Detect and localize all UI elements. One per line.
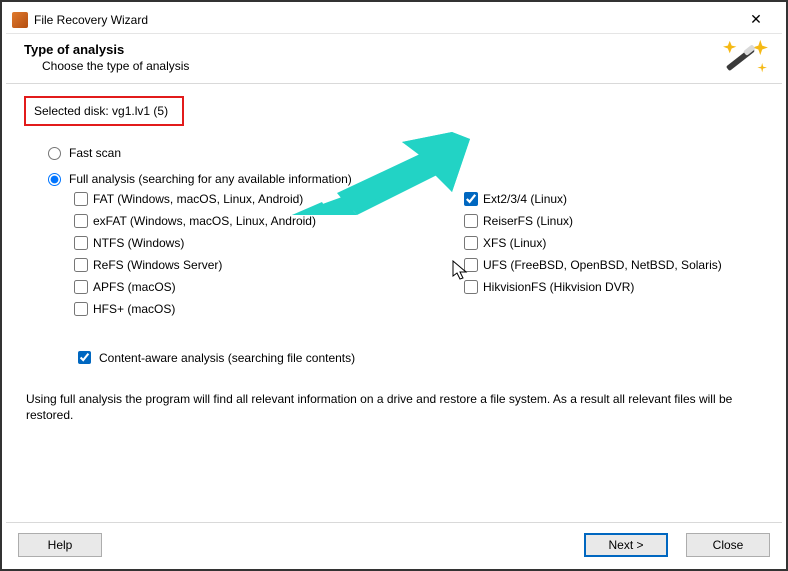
close-button[interactable]: Close (686, 533, 770, 557)
footer-bar: Help Next > Close (6, 522, 782, 563)
explanation-text: Using full analysis the program will fin… (26, 391, 762, 423)
fs-checkbox-refs[interactable]: ReFS (Windows Server) (74, 258, 454, 272)
content-area: Selected disk: vg1.lv1 (5) Fast scan Ful… (6, 84, 782, 431)
fs-checkbox-hfsplus[interactable]: HFS+ (macOS) (74, 302, 454, 316)
wizard-header: Type of analysis Choose the type of anal… (6, 34, 782, 83)
filesystem-grid: FAT (Windows, macOS, Linux, Android) Ext… (74, 192, 764, 316)
selected-disk-label: Selected disk: vg1.lv1 (5) (34, 104, 168, 118)
fs-checkbox-hikvisionfs[interactable]: HikvisionFS (Hikvision DVR) (464, 280, 764, 294)
page-title: Type of analysis (24, 42, 764, 57)
fast-scan-label: Fast scan (69, 146, 121, 160)
fs-checkbox-exfat[interactable]: exFAT (Windows, macOS, Linux, Android) (74, 214, 454, 228)
titlebar: File Recovery Wizard ✕ (6, 6, 782, 34)
content-aware-checkbox[interactable]: Content-aware analysis (searching file c… (74, 348, 764, 367)
fs-checkbox-xfs[interactable]: XFS (Linux) (464, 236, 764, 250)
radio-full-analysis[interactable]: Full analysis (searching for any availab… (48, 172, 764, 186)
fast-scan-radio[interactable] (48, 147, 61, 160)
fs-checkbox-ext[interactable]: Ext2/3/4 (Linux) (464, 192, 764, 206)
page-subtitle: Choose the type of analysis (42, 59, 764, 73)
selected-disk-highlight: Selected disk: vg1.lv1 (5) (24, 96, 184, 126)
window-title: File Recovery Wizard (34, 13, 736, 27)
next-button[interactable]: Next > (584, 533, 668, 557)
wizard-wand-icon (722, 38, 768, 80)
fs-checkbox-fat[interactable]: FAT (Windows, macOS, Linux, Android) (74, 192, 454, 206)
full-analysis-radio[interactable] (48, 173, 61, 186)
radio-fast-scan[interactable]: Fast scan (48, 146, 764, 160)
window-close-button[interactable]: ✕ (736, 11, 776, 28)
full-analysis-label: Full analysis (searching for any availab… (69, 172, 352, 186)
app-icon (12, 12, 28, 28)
fs-checkbox-apfs[interactable]: APFS (macOS) (74, 280, 454, 294)
help-button[interactable]: Help (18, 533, 102, 557)
fs-checkbox-ntfs[interactable]: NTFS (Windows) (74, 236, 454, 250)
fs-checkbox-reiserfs[interactable]: ReiserFS (Linux) (464, 214, 764, 228)
fs-checkbox-ufs[interactable]: UFS (FreeBSD, OpenBSD, NetBSD, Solaris) (464, 258, 764, 272)
